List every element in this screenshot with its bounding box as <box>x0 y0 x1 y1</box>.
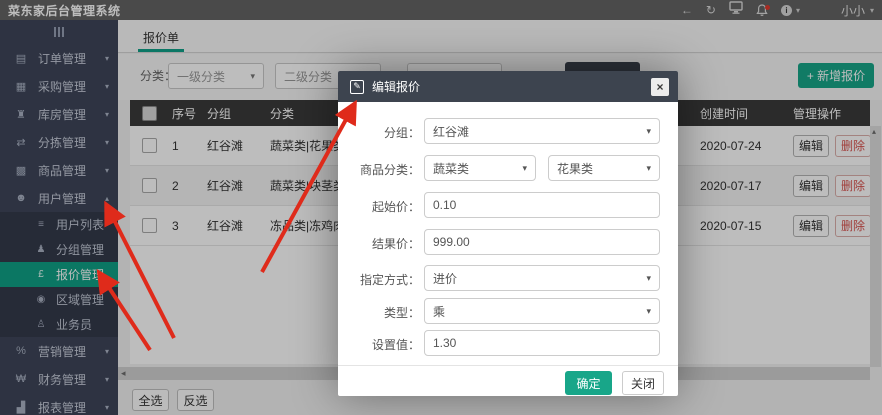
type-select[interactable]: 乘 ▾ <box>424 298 660 324</box>
chevron-down-icon: ▾ <box>646 306 651 317</box>
chevron-down-icon: ▾ <box>646 163 651 174</box>
category-level1-select[interactable]: 蔬菜类 ▾ <box>424 155 536 181</box>
product-category-field-row: 商品分类： 蔬菜类 ▾ 花果类 ▾ <box>338 155 678 181</box>
close-button[interactable]: 关闭 <box>622 371 664 395</box>
edit-quote-modal: ✎ 编辑报价 × 分组： 红谷滩 ▾ 商品分类： 蔬菜类 ▾ 花果类 ▾ 起始价… <box>338 71 678 396</box>
page: 菜东家后台管理系统 ← ↻ i ▾ 小小 ▾ ▤ 订单管理 <box>0 0 882 415</box>
chevron-down-icon: ▾ <box>646 126 651 137</box>
end-price-input[interactable] <box>424 229 660 255</box>
type-field-row: 类型： 乘 ▾ <box>338 298 678 324</box>
pricing-method-field-row: 指定方式： 进价 ▾ <box>338 265 678 291</box>
close-icon[interactable]: × <box>651 78 669 96</box>
chevron-down-icon: ▾ <box>522 163 527 174</box>
start-price-input[interactable] <box>424 192 660 218</box>
category-level2-select[interactable]: 花果类 ▾ <box>548 155 660 181</box>
modal-title: 编辑报价 <box>372 78 420 95</box>
edit-pencil-icon: ✎ <box>350 80 364 94</box>
pricing-method-select[interactable]: 进价 ▾ <box>424 265 660 291</box>
group-field-row: 分组： 红谷滩 ▾ <box>338 118 678 144</box>
start-price-field-row: 起始价： <box>338 192 678 218</box>
modal-header: ✎ 编辑报价 × <box>338 71 678 102</box>
modal-footer: 确定 关闭 <box>338 365 678 396</box>
set-value-field-row: 设置值： <box>338 330 678 356</box>
end-price-field-row: 结果价： <box>338 229 678 255</box>
chevron-down-icon: ▾ <box>646 273 651 284</box>
set-value-input[interactable] <box>424 330 660 356</box>
group-select[interactable]: 红谷滩 ▾ <box>424 118 660 144</box>
confirm-button[interactable]: 确定 <box>565 371 612 395</box>
